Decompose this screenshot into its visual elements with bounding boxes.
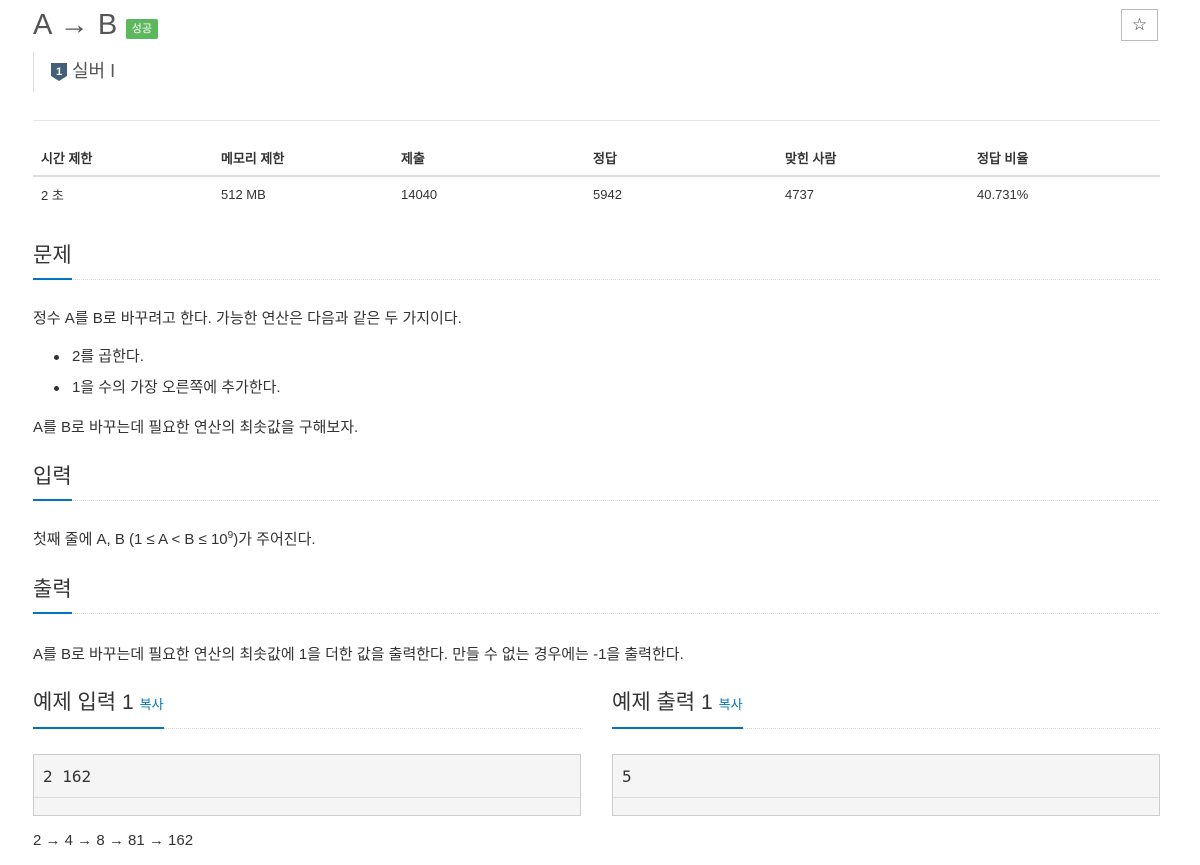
input-text-before: 첫째 줄에 A, B (1 ≤ A < B ≤ 10 xyxy=(33,531,228,548)
stats-header-memory-limit: 메모리 제한 xyxy=(221,151,285,166)
sample-output-title: 예제 출력 1 복사 xyxy=(612,691,743,729)
stats-time-limit: 2 초 xyxy=(41,188,64,203)
tier-label: 실버 I xyxy=(72,60,116,81)
silver-tier-1-icon: 1 xyxy=(51,63,67,81)
tier-info: 1 실버 I xyxy=(33,52,115,92)
sample-output-title-text: 예제 출력 1 xyxy=(612,691,713,714)
divider xyxy=(33,120,1160,121)
input-section-title: 입력 xyxy=(33,465,72,501)
sample-input-box[interactable]: 2 162 xyxy=(33,754,581,816)
favorite-button[interactable]: ☆ xyxy=(1121,9,1158,41)
stats-value-row: 2 초 512 MB 14040 5942 4737 40.731% xyxy=(33,177,1160,212)
operation-list: 2를 곱한다. 1을 수의 가장 오른쪽에 추가한다. xyxy=(33,347,281,409)
stats-header-row: 시간 제한 메모리 제한 제출 정답 맞힌 사람 정답 비율 xyxy=(33,140,1160,177)
problem-section-header: 문제 xyxy=(33,238,1160,280)
star-icon: ☆ xyxy=(1131,15,1148,34)
stats-header-accepted: 정답 xyxy=(593,151,617,166)
sample-output-header: 예제 출력 1 복사 xyxy=(612,687,1160,729)
problem-goal: A를 B로 바꾸는데 필요한 연산의 최솟값을 구해보자. xyxy=(33,419,359,436)
stats-table: 시간 제한 메모리 제한 제출 정답 맞힌 사람 정답 비율 2 초 512 M… xyxy=(33,140,1160,212)
stats-ratio: 40.731% xyxy=(977,187,1029,202)
operation-item: 2를 곱한다. xyxy=(33,347,281,378)
problem-section-title: 문제 xyxy=(33,244,72,280)
stats-submissions: 14040 xyxy=(401,187,438,202)
stats-header-solvers: 맞힌 사람 xyxy=(785,151,837,166)
copy-sample-input-link[interactable]: 복사 xyxy=(140,697,164,712)
stats-header-ratio: 정답 비율 xyxy=(977,151,1029,166)
section-divider xyxy=(33,613,1160,614)
stats-memory-limit: 512 MB xyxy=(221,187,266,202)
sample-output-value: 5 xyxy=(613,755,1159,798)
sample-input-value: 2 162 xyxy=(34,755,580,798)
sample-input-title: 예제 입력 1 복사 xyxy=(33,691,164,729)
copy-sample-output-link[interactable]: 복사 xyxy=(719,697,743,712)
tier-number: 1 xyxy=(56,66,62,78)
sample-explanation: 2 → 4 → 8 → 81 → 162 xyxy=(33,832,194,849)
status-badge: 성공 xyxy=(125,18,158,39)
problem-title: A → B xyxy=(33,9,118,41)
problem-intro: 정수 A를 B로 바꾸려고 한다. 가능한 연산은 다음과 같은 두 가지이다. xyxy=(33,310,462,327)
output-section-title: 출력 xyxy=(33,578,72,614)
sample-input-title-text: 예제 입력 1 xyxy=(33,691,134,714)
sample-input-header: 예제 입력 1 복사 xyxy=(33,687,581,729)
stats-accepted: 5942 xyxy=(593,187,622,202)
stats-header-time-limit: 시간 제한 xyxy=(41,151,93,166)
input-section-header: 입력 xyxy=(33,459,1160,501)
input-text-after: )가 주어진다. xyxy=(233,531,316,548)
output-description: A를 B로 바꾸는데 필요한 연산의 최솟값에 1을 더한 값을 출력한다. 만… xyxy=(33,646,684,663)
stats-header-submissions: 제출 xyxy=(401,151,425,166)
stats-solvers: 4737 xyxy=(785,187,814,202)
problem-page: A → B 성공 ☆ 1 실버 I 시간 제한 메모리 제한 제출 정답 맞힌 … xyxy=(0,0,1200,865)
sample-output-box[interactable]: 5 xyxy=(612,754,1160,816)
operation-item: 1을 수의 가장 오른쪽에 추가한다. xyxy=(33,378,281,409)
title-row: A → B 성공 xyxy=(33,9,158,42)
input-description: 첫째 줄에 A, B (1 ≤ A < B ≤ 109)가 주어진다. xyxy=(33,530,316,550)
section-divider xyxy=(33,500,1160,501)
section-divider xyxy=(33,279,1160,280)
output-section-header: 출력 xyxy=(33,572,1160,614)
